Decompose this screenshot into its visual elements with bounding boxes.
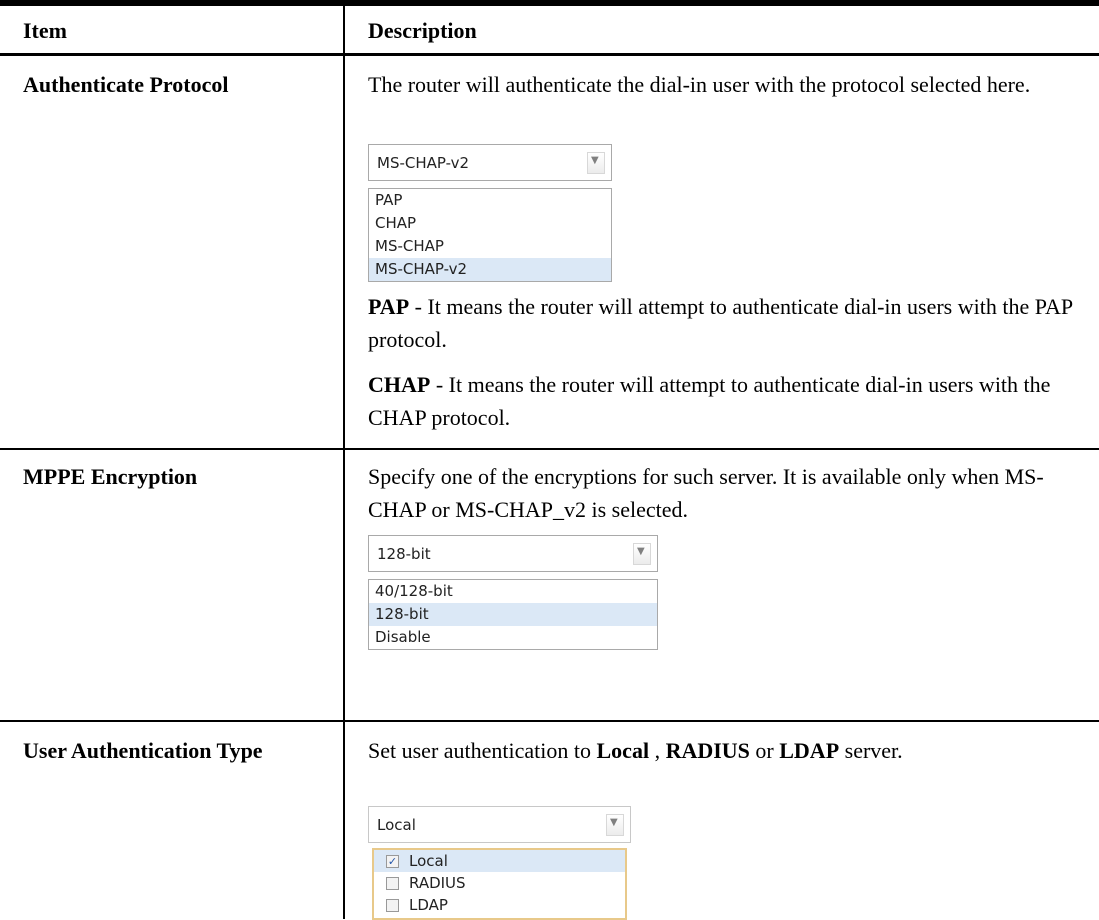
term-chap: CHAP xyxy=(368,372,431,397)
checkbox-label: Local xyxy=(409,852,448,870)
term-ldap: LDAP xyxy=(779,738,840,763)
authenticate-protocol-select[interactable]: MS-CHAP-v2 ▼ xyxy=(368,144,612,181)
select-value: 128-bit xyxy=(377,545,431,563)
term-pap: PAP xyxy=(368,294,410,319)
intro-text: or xyxy=(749,738,780,763)
pap-note-text: - It means the router will attempt to au… xyxy=(368,294,1073,352)
header-item: Item xyxy=(23,18,67,43)
option-128-bit[interactable]: 128-bit xyxy=(369,603,657,626)
term-radius: RADIUS xyxy=(665,738,750,763)
table-top-rule xyxy=(0,0,1099,6)
checkbox-label: RADIUS xyxy=(409,874,466,892)
option-disable[interactable]: Disable xyxy=(369,626,657,649)
desc-authenticate-protocol-intro: The router will authenticate the dial-in… xyxy=(368,72,1031,97)
chevron-down-icon[interactable]: ▼ xyxy=(587,152,605,174)
desc-chap-note: CHAP - It means the router will attempt … xyxy=(368,368,1078,434)
user-auth-type-select[interactable]: Local ▼ xyxy=(368,806,631,843)
option-ms-chap-v2[interactable]: MS-CHAP-v2 xyxy=(369,258,611,281)
checkbox-option-radius[interactable]: RADIUS xyxy=(374,872,625,894)
item-mppe-encryption: MPPE Encryption xyxy=(23,464,198,489)
option-chap[interactable]: CHAP xyxy=(369,212,611,235)
mppe-encryption-options: 40/128-bit 128-bit Disable xyxy=(368,579,658,650)
row-rule xyxy=(0,448,1099,450)
chevron-down-icon[interactable]: ▼ xyxy=(633,543,651,565)
row-rule xyxy=(0,720,1099,722)
option-pap[interactable]: PAP xyxy=(369,189,611,212)
intro-text: server. xyxy=(839,738,903,763)
desc-pap-note: PAP - It means the router will attempt t… xyxy=(368,290,1078,356)
desc-mppe-intro: Specify one of the encryptions for such … xyxy=(368,464,1044,522)
checkbox-option-local[interactable]: ✓ Local xyxy=(374,850,625,872)
checkbox-option-ldap[interactable]: LDAP xyxy=(374,894,625,916)
select-value: MS-CHAP-v2 xyxy=(377,154,470,172)
option-40-128-bit[interactable]: 40/128-bit xyxy=(369,580,657,603)
chevron-down-icon[interactable]: ▼ xyxy=(606,814,624,836)
intro-text: Set user authentication to xyxy=(368,738,597,763)
item-user-authentication-type: User Authentication Type xyxy=(23,738,263,763)
header-rule xyxy=(0,53,1099,56)
checkbox-icon[interactable] xyxy=(386,876,399,890)
mppe-encryption-select[interactable]: 128-bit ▼ xyxy=(368,535,658,572)
item-authenticate-protocol: Authenticate Protocol xyxy=(23,72,229,97)
select-value: Local xyxy=(377,816,416,834)
authenticate-protocol-options: PAP CHAP MS-CHAP MS-CHAP-v2 xyxy=(368,188,612,282)
term-local: Local xyxy=(596,738,650,763)
check-mark-icon[interactable]: ✓ xyxy=(386,854,399,868)
column-divider xyxy=(343,6,345,919)
header-description: Description xyxy=(368,18,477,43)
chap-note-text: - It means the router will attempt to au… xyxy=(368,372,1051,430)
option-ms-chap[interactable]: MS-CHAP xyxy=(369,235,611,258)
intro-text: , xyxy=(649,738,666,763)
checkbox-label: LDAP xyxy=(409,896,448,914)
desc-user-auth-intro: Set user authentication to Local , RADIU… xyxy=(368,734,1078,767)
checkbox-icon[interactable] xyxy=(386,898,399,912)
user-auth-type-options: ✓ Local RADIUS LDAP xyxy=(372,848,627,920)
